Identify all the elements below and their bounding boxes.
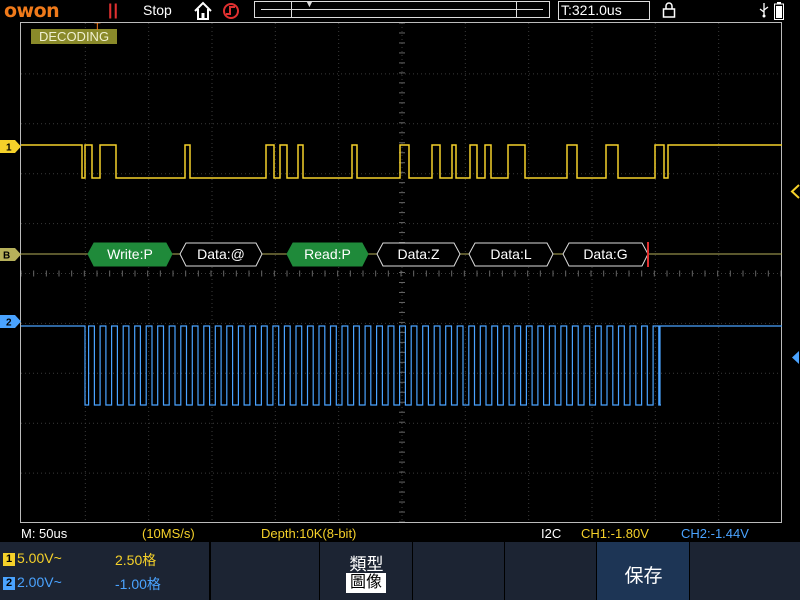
type-label: 類型 <box>349 555 384 574</box>
decode-frame-label: Data:G <box>583 246 627 262</box>
decode-frame-label: Read:P <box>304 246 351 262</box>
channel-info-panel: 1 5.00V~ 2.50格 2 2.00V~ -1.00格 <box>0 542 210 600</box>
decode-frame-label: Write:P <box>107 246 153 262</box>
softkey-3[interactable] <box>413 542 505 600</box>
ch2-offset: -1.00格 <box>115 576 161 592</box>
ch2-trigger-readout: CH2:-1.44V <box>681 526 749 541</box>
ch1-volts-per-div: 5.00V~ <box>17 550 62 566</box>
save-button[interactable]: 保存 <box>597 542 690 600</box>
ch1-waveform <box>21 144 782 179</box>
ch1-scale[interactable]: 1 5.00V~ <box>3 550 62 566</box>
waveform-traces: Write:P Data:@ Read:P Data:Z Data:L Data:G <box>21 144 782 406</box>
ch2-volts-per-div: 2.00V~ <box>17 574 62 590</box>
decode-frame-label: Data:@ <box>197 246 245 262</box>
softkey-6[interactable] <box>690 542 800 600</box>
bottom-status-bar: M: 50us (10MS/s) Depth:10K(8-bit) I2C CH… <box>0 524 800 542</box>
softkey-type[interactable]: 類型 圖像 <box>320 542 413 600</box>
decode-frame-label: Data:Z <box>397 246 439 262</box>
timebase-readout[interactable]: M: 50us <box>21 526 67 541</box>
type-value: 圖像 <box>346 573 386 593</box>
softkey-menu: 1 5.00V~ 2.50格 2 2.00V~ -1.00格 類型 圖像 保存 <box>0 542 800 600</box>
ch2-scale[interactable]: 2 2.00V~ <box>3 574 62 590</box>
memory-depth-readout: Depth:10K(8-bit) <box>261 526 357 541</box>
ch1-trigger-readout: CH1:-1.80V <box>581 526 649 541</box>
save-label: 保存 <box>624 566 663 587</box>
softkey-4[interactable] <box>505 542 597 600</box>
sample-rate-readout: (10MS/s) <box>142 526 195 541</box>
decode-frame-label: Data:L <box>490 246 531 262</box>
ch2-waveform <box>21 325 782 406</box>
ch1-badge: 1 <box>3 553 15 566</box>
ch1-offset: 2.50格 <box>115 552 157 568</box>
protocol-readout: I2C <box>541 526 562 541</box>
ch2-badge: 2 <box>3 577 15 590</box>
softkey-1[interactable] <box>210 542 320 600</box>
